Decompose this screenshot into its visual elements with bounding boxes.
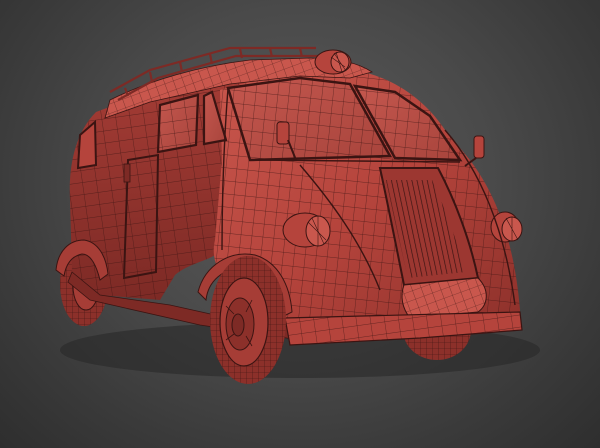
van-wireframe-render xyxy=(55,46,540,384)
roof-beacon xyxy=(314,49,352,75)
3d-viewport[interactable] xyxy=(0,0,600,448)
rear-side-window xyxy=(76,119,98,170)
front-wheel-near xyxy=(210,256,286,384)
headlight-right xyxy=(490,211,523,243)
headlight-left xyxy=(282,212,331,248)
door-handle xyxy=(123,163,131,183)
